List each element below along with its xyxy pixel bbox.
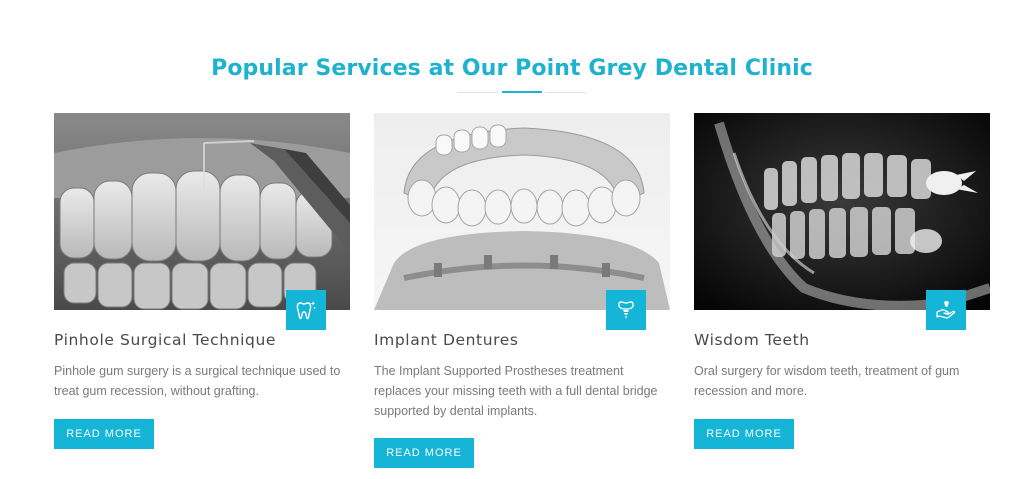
read-more-button-pinhole[interactable]: READ MORE	[54, 419, 154, 449]
read-more-button-implant-dentures[interactable]: READ MORE	[374, 438, 474, 468]
implant-icon	[618, 301, 634, 319]
service-card-pinhole: Pinhole Surgical Technique Pinhole gum s…	[54, 113, 350, 401]
title-divider-left	[458, 92, 498, 93]
service-badge-wisdom-teeth	[926, 290, 966, 330]
section-title: Popular Services at Our Point Grey Denta…	[211, 56, 813, 81]
implant-dentures-photo	[374, 113, 670, 310]
service-image-pinhole[interactable]	[54, 113, 350, 330]
service-image-implant-dentures[interactable]	[374, 113, 670, 330]
tooth-sparkle-icon	[296, 301, 316, 320]
wisdom-teeth-xray-photo	[694, 113, 990, 310]
pinhole-photo	[54, 113, 350, 310]
service-title-implant-dentures: Implant Dentures	[374, 331, 519, 349]
service-image-wisdom-teeth[interactable]	[694, 113, 990, 330]
hand-tooth-icon	[936, 301, 956, 319]
service-badge-pinhole	[286, 290, 326, 330]
service-title-pinhole: Pinhole Surgical Technique	[54, 331, 277, 349]
service-badge-implant-dentures	[606, 290, 646, 330]
title-divider-center	[502, 91, 542, 93]
popular-services-section: Popular Services at Our Point Grey Denta…	[0, 0, 1024, 479]
read-more-button-wisdom-teeth[interactable]: READ MORE	[694, 419, 794, 449]
service-description-wisdom-teeth: Oral surgery for wisdom teeth, treatment…	[694, 364, 960, 398]
service-description-pinhole: Pinhole gum surgery is a surgical techni…	[54, 364, 341, 398]
service-title-wisdom-teeth: Wisdom Teeth	[694, 331, 810, 349]
service-description-implant-dentures: The Implant Supported Prostheses treatme…	[374, 364, 658, 418]
service-card-implant-dentures: Implant Dentures The Implant Supported P…	[374, 113, 670, 421]
title-divider-right	[546, 92, 586, 93]
service-card-wisdom-teeth: Wisdom Teeth Oral surgery for wisdom tee…	[694, 113, 990, 401]
